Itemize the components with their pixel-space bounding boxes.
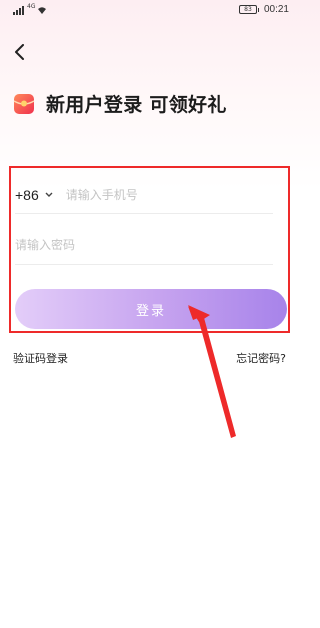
network-type: 4G (27, 3, 36, 10)
login-button[interactable]: 登录 (15, 289, 287, 329)
phone-row: +86 (15, 176, 273, 214)
password-row (15, 225, 273, 265)
wifi-icon (38, 7, 47, 14)
title-row: 新用户登录 可领好礼 (12, 90, 227, 117)
battery-icon: 83 (238, 5, 259, 14)
chevron-down-icon[interactable] (45, 191, 53, 199)
forgot-password-link[interactable]: 忘记密码? (236, 350, 286, 366)
signal-bars-icon (13, 6, 24, 15)
signal-indicator: 4G (13, 4, 47, 15)
sms-login-link[interactable]: 验证码登录 (13, 350, 68, 366)
country-code-selector[interactable]: +86 (15, 187, 39, 203)
status-bar: 4G 83 00:21 (0, 0, 300, 22)
login-form-highlight: +86 登录 (9, 166, 290, 333)
password-input[interactable] (15, 237, 255, 252)
back-button[interactable] (8, 40, 32, 64)
back-arrow-icon (15, 44, 24, 60)
phone-input[interactable] (65, 187, 256, 202)
clock: 00:21 (263, 4, 289, 15)
red-envelope-icon (12, 92, 36, 116)
battery-level: 83 (238, 5, 257, 14)
page-title: 新用户登录 可领好礼 (46, 94, 227, 116)
